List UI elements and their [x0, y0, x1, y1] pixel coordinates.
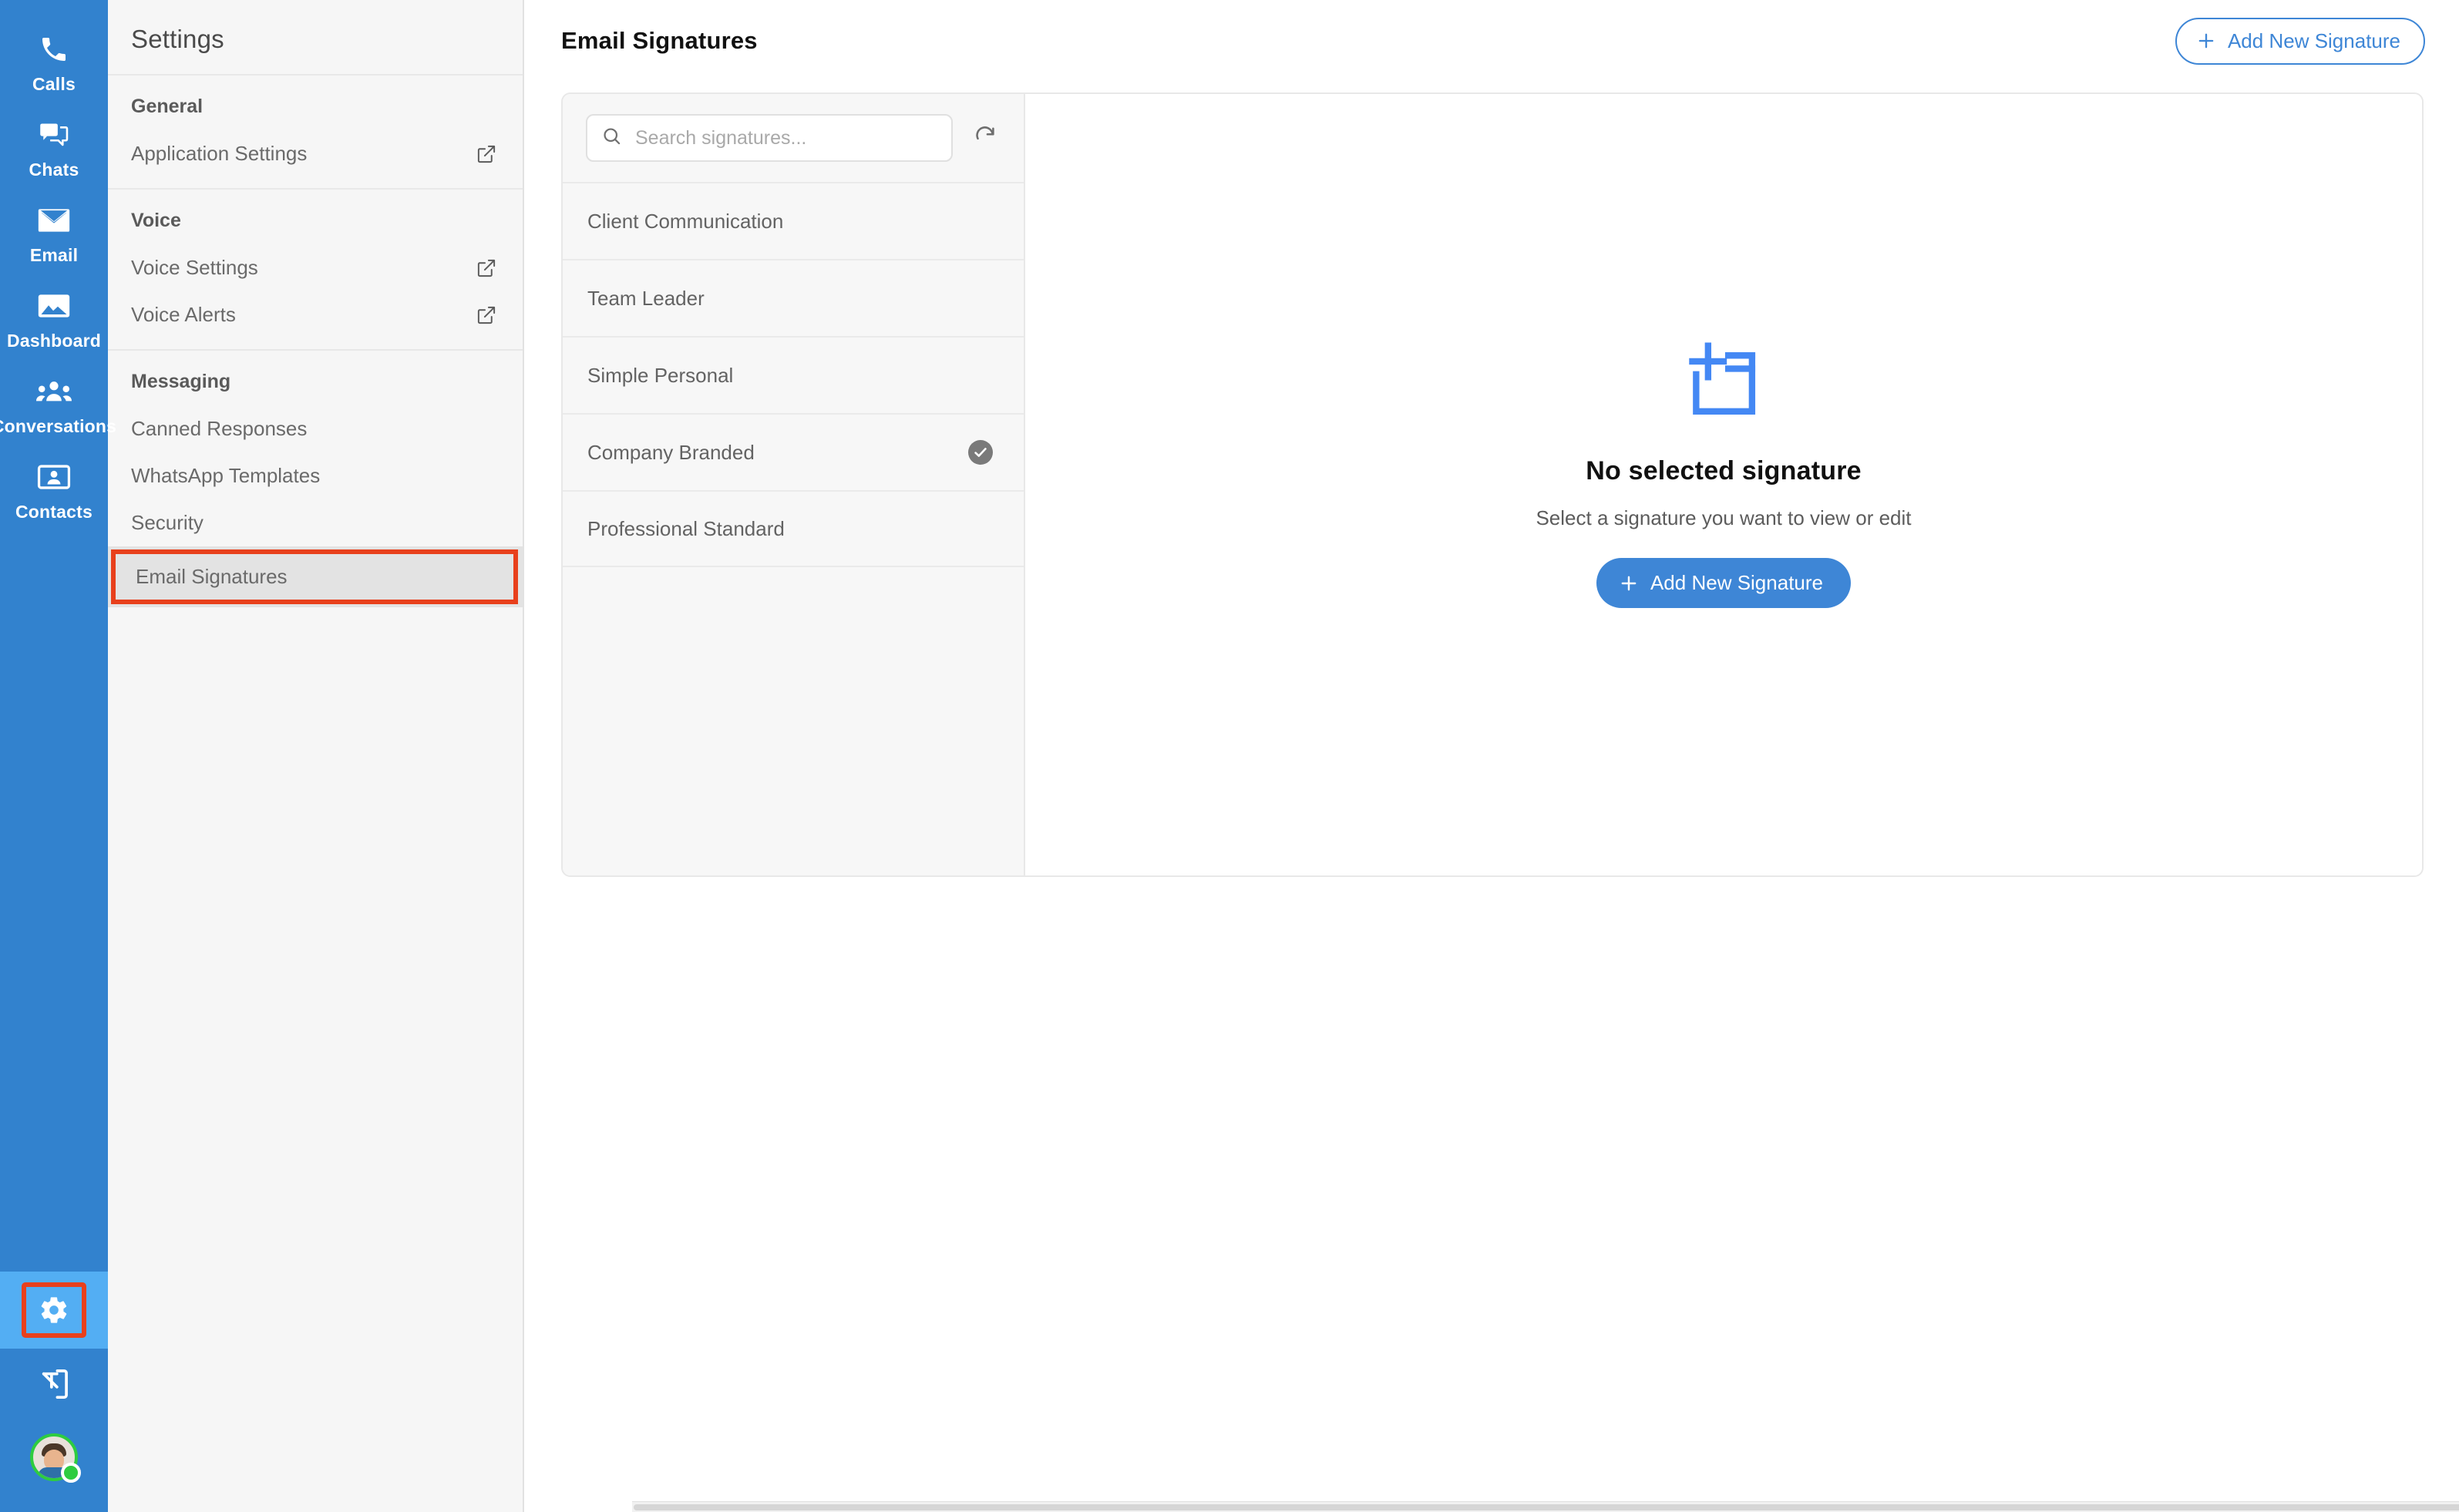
- empty-state: No selected signature Select a signature…: [1536, 334, 1912, 608]
- rail-item-label: Conversations: [0, 416, 117, 436]
- settings-item-label: Application Settings: [131, 142, 308, 165]
- settings-item-canned-responses[interactable]: Canned Responses: [108, 405, 523, 452]
- signature-name: Team Leader: [587, 286, 705, 310]
- settings-group-label: General: [131, 96, 204, 117]
- settings-item-voice-alerts[interactable]: Voice Alerts: [108, 291, 523, 338]
- external-link-icon: [476, 144, 496, 164]
- add-new-signature-button-header[interactable]: Add New Signature: [2175, 17, 2425, 65]
- rail-item-label: Chats: [29, 160, 79, 180]
- signatures-card: Client Communication Team Leader Simple …: [561, 92, 2424, 877]
- plus-icon: [1618, 573, 1640, 594]
- settings-panel: Settings General Application Settings Vo…: [108, 0, 524, 1512]
- contact-card-icon: [32, 459, 76, 496]
- settings-item-label: Security: [131, 511, 204, 534]
- signature-name: Simple Personal: [587, 363, 734, 387]
- signature-name: Client Communication: [587, 209, 784, 233]
- people-group-icon: [32, 373, 76, 410]
- settings-item-whatsapp-templates[interactable]: WhatsApp Templates: [108, 452, 523, 499]
- page-title: Email Signatures: [561, 27, 758, 54]
- refresh-button[interactable]: [967, 119, 1004, 156]
- avatar: [30, 1433, 81, 1483]
- signature-name: Company Branded: [587, 440, 755, 464]
- page-header: Email Signatures Add New Signature: [524, 0, 2459, 82]
- signature-list-item[interactable]: Simple Personal: [563, 336, 1024, 413]
- rail-item-email[interactable]: Email: [0, 190, 108, 275]
- external-link-icon: [476, 258, 496, 278]
- rail-item-contacts[interactable]: Contacts: [0, 446, 108, 532]
- search-input[interactable]: [635, 126, 937, 150]
- check-circle-icon: [968, 440, 993, 465]
- signature-list-item[interactable]: Company Branded: [563, 413, 1024, 490]
- rail-item-label: Contacts: [15, 502, 93, 522]
- horizontal-scrollbar-thumb[interactable]: [634, 1504, 2459, 1510]
- empty-state-subtitle: Select a signature you want to view or e…: [1536, 506, 1912, 529]
- signature-list-column: Client Communication Team Leader Simple …: [563, 94, 1025, 875]
- settings-group-voice: Voice Voice Settings Voice Alerts: [108, 190, 523, 351]
- rail-bottom-section: [0, 1272, 108, 1512]
- signature-list-item[interactable]: Team Leader: [563, 259, 1024, 336]
- envelope-icon: [32, 202, 76, 239]
- signature-preview-column: No selected signature Select a signature…: [1025, 94, 2422, 875]
- signature-list: Client Communication Team Leader Simple …: [563, 182, 1024, 567]
- settings-item-label: Voice Settings: [131, 256, 258, 279]
- add-note-box-icon: [1678, 334, 1769, 428]
- settings-group-label: Messaging: [131, 371, 231, 392]
- primary-nav-rail: Calls Chats Email Dashboard Conversation…: [0, 0, 116, 1512]
- dashboard-image-icon: [32, 287, 76, 324]
- settings-panel-title: Settings: [108, 0, 523, 76]
- rail-item-dashboard[interactable]: Dashboard: [0, 275, 108, 361]
- settings-group-label: Voice: [131, 210, 181, 231]
- settings-highlight-box: [22, 1282, 86, 1338]
- empty-state-title: No selected signature: [1586, 456, 1862, 486]
- avatar-online-status-dot: [61, 1463, 81, 1483]
- settings-item-security[interactable]: Security: [108, 499, 523, 546]
- app-root: Calls Chats Email Dashboard Conversation…: [0, 0, 2459, 1512]
- external-link-icon: [476, 305, 496, 325]
- settings-item-application-settings[interactable]: Application Settings: [108, 130, 523, 177]
- rail-user-avatar[interactable]: [0, 1423, 108, 1512]
- logout-arrow-icon: [32, 1366, 76, 1403]
- add-new-signature-label: Add New Signature: [2227, 29, 2400, 52]
- plus-icon: [2195, 30, 2217, 52]
- settings-item-email-signatures[interactable]: Email Signatures: [108, 546, 523, 607]
- rail-item-logout[interactable]: [0, 1349, 108, 1423]
- refresh-icon: [973, 125, 997, 152]
- signature-list-item[interactable]: Client Communication: [563, 182, 1024, 259]
- add-new-signature-button-empty-state[interactable]: Add New Signature: [1596, 558, 1851, 608]
- settings-item-voice-settings[interactable]: Voice Settings: [108, 244, 523, 291]
- rail-item-conversations[interactable]: Conversations: [0, 361, 116, 446]
- rail-item-settings[interactable]: [0, 1272, 108, 1349]
- add-new-signature-label: Add New Signature: [1650, 571, 1823, 594]
- signature-name: Professional Standard: [587, 516, 785, 540]
- rail-item-label: Email: [29, 245, 79, 265]
- settings-item-label: Voice Alerts: [131, 303, 236, 326]
- chat-bubbles-icon: [32, 116, 76, 153]
- settings-item-label: Email Signatures: [136, 565, 288, 588]
- horizontal-scrollbar[interactable]: [632, 1501, 2459, 1512]
- settings-group-messaging: Messaging Canned Responses WhatsApp Temp…: [108, 351, 523, 618]
- search-input-wrapper[interactable]: [586, 114, 953, 162]
- signature-list-item[interactable]: Professional Standard: [563, 490, 1024, 567]
- gear-icon: [32, 1292, 76, 1329]
- settings-group-general: General Application Settings: [108, 76, 523, 190]
- email-signatures-highlight-box: Email Signatures: [111, 549, 518, 604]
- main-content: Email Signatures Add New Signature Searc…: [524, 0, 2459, 1512]
- rail-item-label: Dashboard: [7, 331, 101, 351]
- phone-icon: [32, 31, 76, 68]
- settings-item-label: Canned Responses: [131, 417, 308, 440]
- rail-item-label: Calls: [32, 74, 76, 94]
- settings-item-label: WhatsApp Templates: [131, 464, 321, 487]
- search-icon: [601, 126, 623, 151]
- rail-item-chats[interactable]: Chats: [0, 104, 108, 190]
- rail-item-calls[interactable]: Calls: [0, 18, 108, 104]
- signature-list-toolbar: [563, 94, 1024, 182]
